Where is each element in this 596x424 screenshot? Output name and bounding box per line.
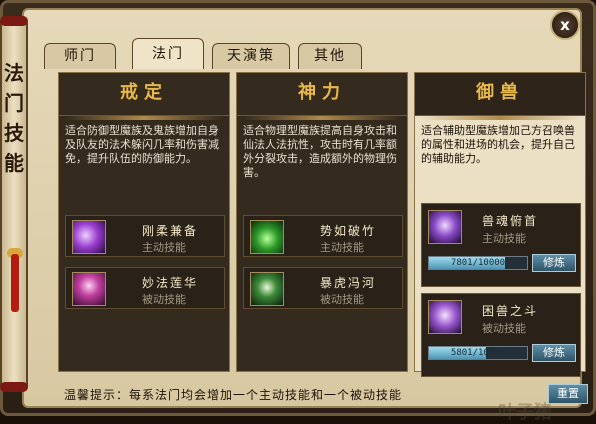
skill-miaofalianhua[interactable]: 妙法莲华 被动技能	[65, 267, 225, 309]
tip-text: 温馨提示：每系法门均会增加一个主动技能和一个被动技能	[64, 388, 403, 402]
lotus-icon	[72, 272, 106, 306]
green-vortex-icon	[250, 220, 284, 254]
panel-title: 御兽	[415, 73, 585, 116]
skill-baohufenghe[interactable]: 暴虎冯河 被动技能	[243, 267, 403, 309]
tiger-icon	[250, 272, 284, 306]
panel-jieding: 戒定 适合防御型魔族及鬼族增加自身及队友的法术躲闪几率和伤害减免，提升队伍的防御…	[58, 72, 230, 372]
skill-type: 主动技能	[142, 241, 186, 254]
panel-yushou: 御兽 适合辅助型魔族增加己方召唤兽的属性和进场的机会，提升自己的辅助能力。 兽魂…	[414, 72, 586, 377]
panel-shenli: 神力 适合物理型魔族提高自身攻击和仙法人法抗性，攻击时有几率额外分裂攻击，造成额…	[236, 72, 408, 372]
skill-type: 被动技能	[142, 293, 186, 306]
watermark: 叶子猪	[498, 402, 552, 423]
tab-famen[interactable]: 法门	[132, 38, 204, 69]
scroll-cap-top	[0, 16, 28, 26]
skill-name: 势如破竹	[320, 224, 377, 238]
tab-content: 戒定 适合防御型魔族及鬼族增加自身及队友的法术躲闪几率和伤害减免，提升队伍的防御…	[58, 68, 594, 423]
tassel	[11, 254, 19, 312]
panel-description: 适合物理型魔族提高自身攻击和仙法人法抗性，攻击时有几率额外分裂攻击，造成额外的物…	[243, 124, 397, 179]
training-progress-bar: 7801/10000	[428, 256, 528, 270]
skill-type: 主动技能	[482, 232, 526, 245]
reset-button[interactable]: 重置	[548, 384, 588, 404]
skill-name: 困兽之斗	[482, 304, 539, 318]
close-button[interactable]: x	[550, 10, 580, 40]
skill-name: 兽魂俯首	[482, 214, 539, 228]
beast-fight-icon	[428, 300, 462, 334]
yin-yang-icon	[72, 220, 106, 254]
tab-tianyance[interactable]: 天演策	[212, 43, 290, 69]
panel-title: 神力	[237, 73, 407, 116]
skill-type: 主动技能	[320, 241, 364, 254]
tab-other[interactable]: 其他	[298, 43, 362, 69]
skill-type: 被动技能	[320, 293, 364, 306]
skill-shirupozhu[interactable]: 势如破竹 主动技能	[243, 215, 403, 257]
train-button[interactable]: 修炼	[532, 344, 576, 362]
skill-name: 暴虎冯河	[320, 276, 377, 290]
skill-name: 妙法莲华	[142, 276, 199, 290]
training-progress-bar: 5801/10000	[428, 346, 528, 360]
skill-kunshouzhidou[interactable]: 困兽之斗 被动技能 5801/10000 修炼	[421, 293, 581, 377]
beast-soul-icon	[428, 210, 462, 244]
skill-type: 被动技能	[482, 322, 526, 335]
side-title: 法 门 技 能	[4, 61, 24, 175]
train-button[interactable]: 修炼	[532, 254, 576, 272]
side-scroll: 法 门 技 能	[0, 16, 28, 392]
skill-gangroujianbei[interactable]: 刚柔兼备 主动技能	[65, 215, 225, 257]
dialog-body: 师门 法门 天演策 其他 戒定 适合防御型魔族及鬼族增加自身及队友的法术躲闪几率…	[22, 8, 588, 423]
tab-shimen[interactable]: 师门	[44, 43, 116, 69]
skill-name: 刚柔兼备	[142, 224, 199, 238]
panel-description: 适合辅助型魔族增加己方召唤兽的属性和进场的机会，提升自己的辅助能力。	[421, 124, 575, 165]
skill-shouhunfushou[interactable]: 兽魂俯首 主动技能 7801/10000 修炼	[421, 203, 581, 287]
scroll-cap-bottom	[0, 382, 28, 392]
panel-description: 适合防御型魔族及鬼族增加自身及队友的法术躲闪几率和伤害减免，提升队伍的防御能力。	[65, 124, 219, 165]
progress-text: 5801/10000	[450, 348, 506, 358]
progress-text: 7801/10000	[450, 258, 506, 268]
panel-title: 戒定	[59, 73, 229, 116]
